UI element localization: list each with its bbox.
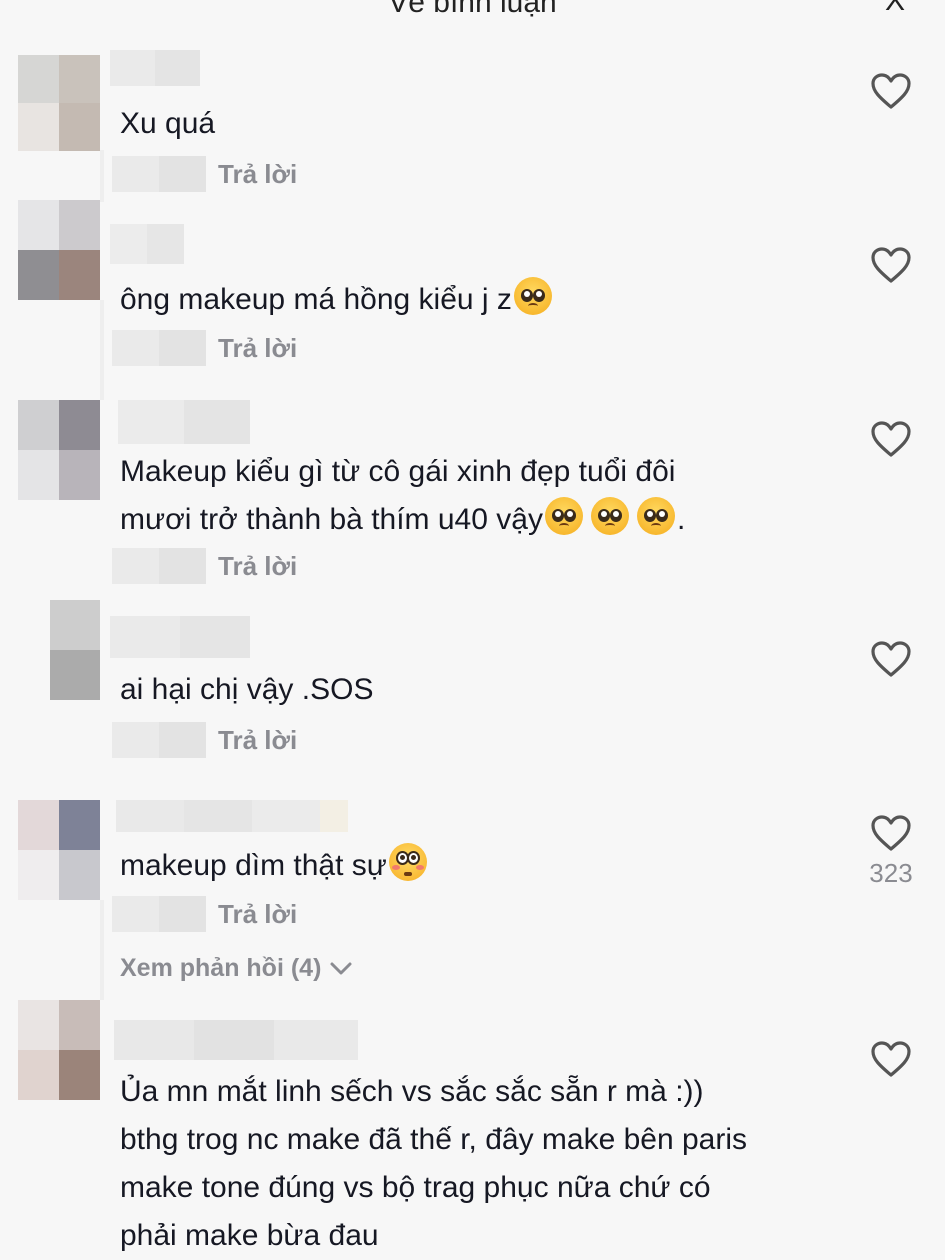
avatar-tile <box>18 450 59 500</box>
avatar-tile <box>59 450 100 500</box>
avatar[interactable] <box>50 600 100 700</box>
like-button[interactable] <box>869 246 913 284</box>
avatar-tile <box>18 200 59 250</box>
avatar[interactable] <box>18 55 100 151</box>
username-blurred[interactable] <box>114 1020 358 1060</box>
comment-text-line: make tone đúng vs bộ trag phục nữa chứ c… <box>120 1171 711 1204</box>
heart-outline-icon <box>871 247 911 283</box>
like-button[interactable]: 323 <box>869 814 913 889</box>
avatar-tile <box>59 103 100 151</box>
pleading-face-icon <box>636 497 675 535</box>
like-button[interactable] <box>869 420 913 458</box>
comment-text: Xu quá <box>120 107 216 140</box>
comment-text: ai hại chị vậy .SOS <box>120 673 374 706</box>
close-icon[interactable]: X <box>885 0 905 18</box>
comment-text: Makeup kiểu gì từ cô gái xinh đẹp tuổi đ… <box>120 448 840 544</box>
view-replies-button[interactable]: Xem phản hồi (4) <box>120 954 353 983</box>
avatar-tile <box>59 400 100 450</box>
comment-text-line: phải make bừa đau <box>120 1219 379 1252</box>
like-button[interactable] <box>869 72 913 110</box>
heart-outline-icon <box>871 421 911 457</box>
comment-text-line: Makeup kiểu gì từ cô gái xinh đẹp tuổi đ… <box>120 455 676 488</box>
timestamp-blurred <box>112 156 206 192</box>
comment-text-line: mươi trở thành bà thím u40 vậy. <box>120 496 840 544</box>
avatar-tile <box>18 1000 59 1050</box>
like-count: 323 <box>869 858 913 888</box>
avatar-tile <box>59 800 100 850</box>
chevron-down-icon <box>330 962 352 974</box>
heart-outline-icon <box>871 1041 911 1077</box>
timestamp-blurred <box>112 330 206 366</box>
comments-title: Về bình luận <box>388 0 557 19</box>
username-blurred[interactable] <box>110 50 200 86</box>
username-blurred[interactable] <box>110 224 184 264</box>
avatar[interactable] <box>18 200 100 300</box>
avatar-tile <box>18 400 59 450</box>
avatar-tile <box>18 103 59 151</box>
comment-text-line: Ủa mn mắt linh sếch vs sắc sắc sẵn r mà … <box>120 1075 704 1108</box>
comment-text: ông makeup má hồng kiểu j z <box>120 276 820 324</box>
like-button[interactable] <box>869 640 913 678</box>
reply-button[interactable]: Trả lời <box>218 899 297 930</box>
avatar-tile <box>59 1000 100 1050</box>
reply-button[interactable]: Trả lời <box>218 333 297 364</box>
comment-meta: Trả lời <box>112 548 297 584</box>
avatar-tile <box>18 250 59 300</box>
pleading-face-icon <box>590 497 629 535</box>
heart-outline-icon <box>871 73 911 109</box>
reply-button[interactable]: Trả lời <box>218 725 297 756</box>
view-replies-label: Xem phản hồi (4) <box>120 954 322 982</box>
heart-outline-icon <box>871 641 911 677</box>
like-button[interactable] <box>869 1040 913 1078</box>
heart-outline-icon <box>871 815 911 851</box>
avatar-tile <box>18 55 59 103</box>
avatar-tile <box>59 850 100 900</box>
pleading-face-icon <box>544 497 583 535</box>
flushed-face-icon <box>388 843 427 881</box>
comment-meta: Trả lời <box>112 156 297 192</box>
comment-text: Ủa mn mắt linh sếch vs sắc sắc sẵn r mà … <box>120 1068 880 1260</box>
comment-meta: Trả lời <box>112 896 297 932</box>
avatar-tile <box>50 650 100 700</box>
timestamp-blurred <box>112 722 206 758</box>
timestamp-blurred <box>112 548 206 584</box>
avatar-tile <box>59 250 100 300</box>
avatar-tile <box>50 600 100 650</box>
avatar[interactable] <box>18 1000 100 1100</box>
timestamp-blurred <box>112 896 206 932</box>
avatar-tile <box>59 200 100 250</box>
pleading-face-icon <box>513 277 552 315</box>
avatar-tile <box>18 800 59 850</box>
username-blurred[interactable] <box>116 800 348 832</box>
reply-button[interactable]: Trả lời <box>218 551 297 582</box>
comment-meta: Trả lời <box>112 330 297 366</box>
comment-text: makeup dìm thật sự <box>120 842 820 890</box>
avatar-tile <box>59 55 100 103</box>
comment-text-line: bthg trog nc make đã thế r, đây make bên… <box>120 1123 748 1156</box>
avatar[interactable] <box>18 400 100 500</box>
avatar-tile <box>18 1050 59 1100</box>
username-blurred[interactable] <box>110 616 250 658</box>
username-blurred[interactable] <box>118 400 250 444</box>
avatar[interactable] <box>18 800 100 900</box>
comment-meta: Trả lời <box>112 722 297 758</box>
reply-button[interactable]: Trả lời <box>218 159 297 190</box>
avatar-tile <box>18 850 59 900</box>
avatar-tile <box>59 1050 100 1100</box>
